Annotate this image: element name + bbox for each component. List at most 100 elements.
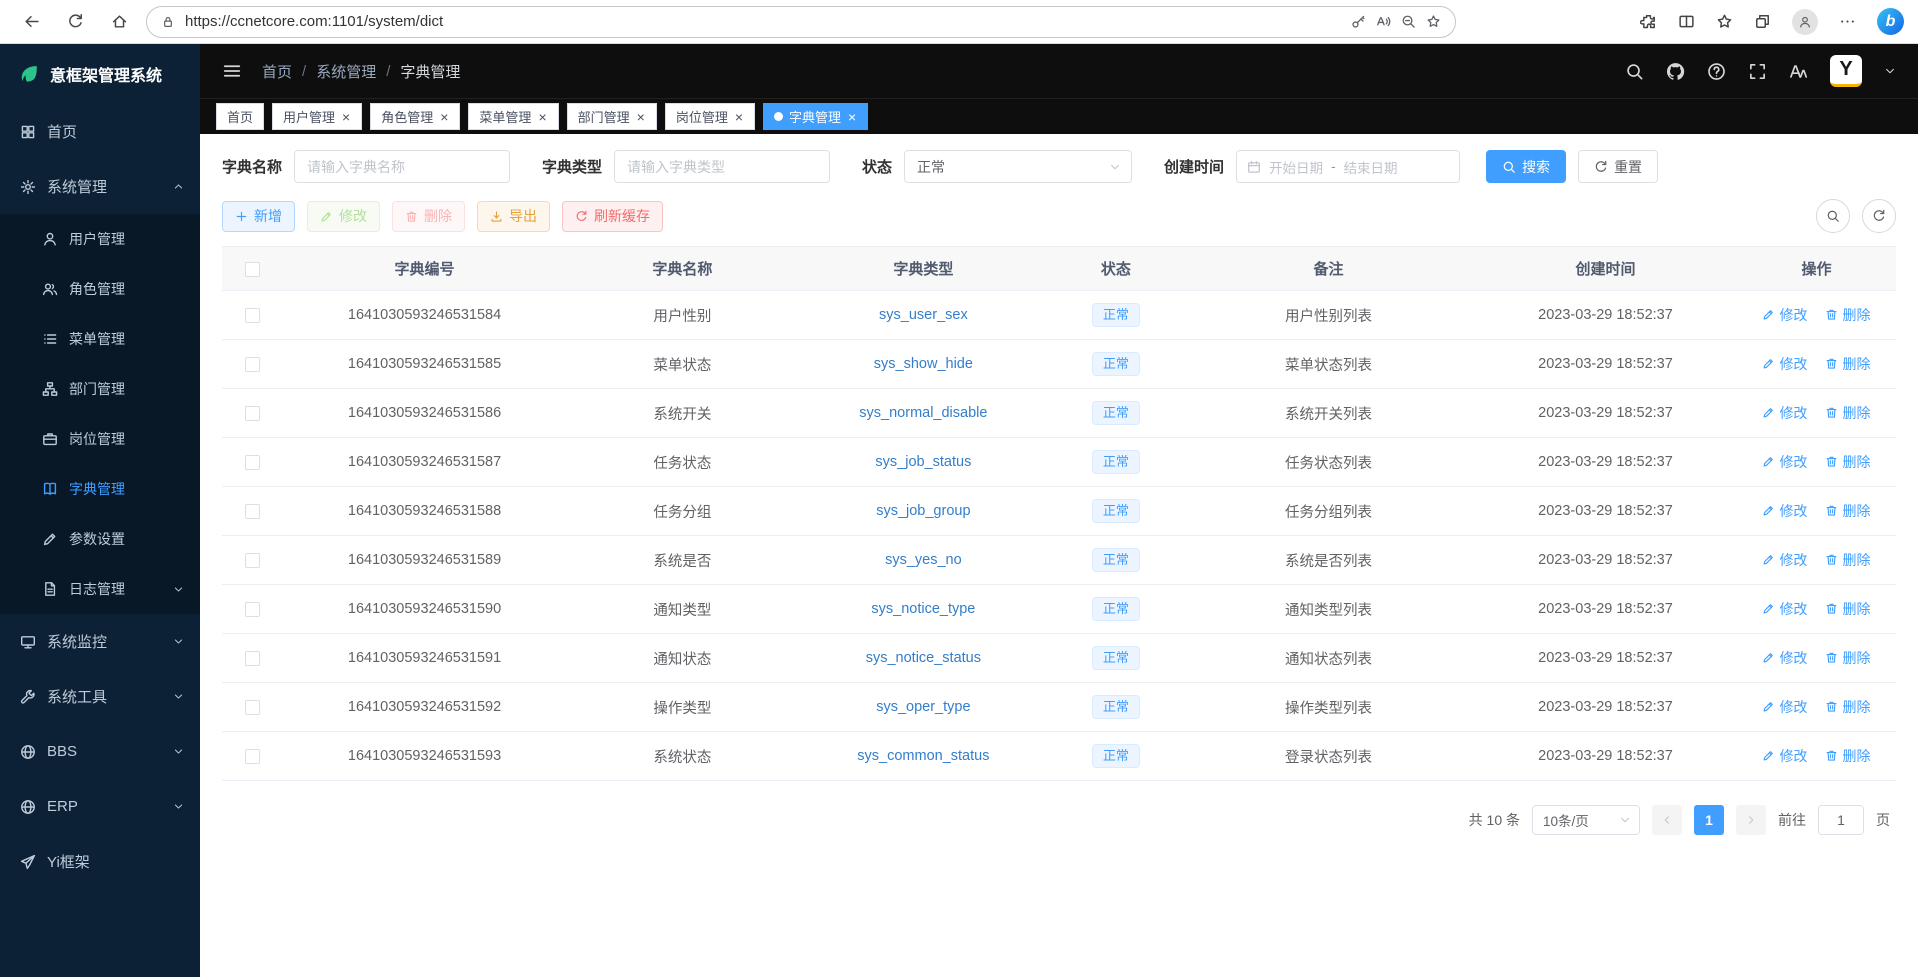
tab-菜单管理[interactable]: 菜单管理 × [468,103,558,130]
bing-icon[interactable]: b [1877,8,1904,35]
address-bar[interactable]: https://ccnetcore.com:1101/system/dict [146,6,1456,38]
add-favorite-star-icon[interactable] [1426,14,1441,29]
sidebar-subitem-字典管理[interactable]: 字典管理 [0,464,200,514]
browser-profile-avatar[interactable] [1792,9,1818,35]
row-checkbox[interactable] [245,357,260,372]
dict-type-link[interactable]: sys_show_hide [874,356,973,372]
tab-close-icon[interactable]: × [341,110,351,124]
row-checkbox[interactable] [245,651,260,666]
row-checkbox[interactable] [245,749,260,764]
password-key-icon[interactable] [1351,14,1366,29]
tab-岗位管理[interactable]: 岗位管理 × [665,103,755,130]
tab-close-icon[interactable]: × [537,110,547,124]
add-button[interactable]: 新增 [222,201,295,232]
row-delete-button[interactable]: 删除 [1825,305,1870,325]
tab-用户管理[interactable]: 用户管理 × [272,103,362,130]
sidebar-item-系统监控[interactable]: 系统监控 [0,614,200,669]
dict-type-link[interactable]: sys_yes_no [885,552,962,568]
row-checkbox[interactable] [245,602,260,617]
help-question-icon[interactable] [1707,62,1726,81]
toggle-search-button[interactable] [1816,199,1850,233]
dict-type-link[interactable]: sys_notice_type [871,601,975,617]
export-button[interactable]: 导出 [477,201,550,232]
reset-button[interactable]: 重置 [1578,150,1658,183]
browser-menu-dots-icon[interactable] [1839,13,1856,30]
dict-type-link[interactable]: sys_job_group [876,503,970,519]
row-checkbox[interactable] [245,700,260,715]
dict-type-link[interactable]: sys_notice_status [866,650,981,666]
refresh-table-button[interactable] [1862,199,1896,233]
breadcrumb-item[interactable]: 首页 [262,61,292,82]
row-delete-button[interactable]: 删除 [1825,403,1870,423]
date-range-picker[interactable]: 开始日期 - 结束日期 [1236,150,1460,183]
avatar-caret-icon[interactable] [1884,65,1896,77]
sidebar-subitem-岗位管理[interactable]: 岗位管理 [0,414,200,464]
tab-close-icon[interactable]: × [636,110,646,124]
breadcrumb-item[interactable]: 系统管理 [316,61,376,82]
sidebar-subitem-日志管理[interactable]: 日志管理 [0,564,200,614]
dict-type-link[interactable]: sys_job_status [875,454,971,470]
browser-back-button[interactable] [14,5,48,39]
header-search-icon[interactable] [1625,62,1644,81]
next-page-button[interactable] [1736,805,1766,835]
dict-type-input[interactable] [614,150,830,183]
row-delete-button[interactable]: 删除 [1825,550,1870,570]
select-all-checkbox[interactable] [245,262,260,277]
row-edit-button[interactable]: 修改 [1762,354,1807,374]
collections-icon[interactable] [1754,13,1771,30]
hamburger-icon[interactable] [222,61,242,81]
sidebar-subitem-参数设置[interactable]: 参数设置 [0,514,200,564]
row-checkbox[interactable] [245,553,260,568]
row-delete-button[interactable]: 删除 [1825,697,1870,717]
goto-page-input[interactable] [1818,805,1864,835]
row-checkbox[interactable] [245,308,260,323]
sidebar-item-Yi框架[interactable]: Yi框架 [0,834,200,889]
github-icon[interactable] [1666,62,1685,81]
sidebar-item-ERP[interactable]: ERP [0,779,200,834]
dict-type-link[interactable]: sys_user_sex [879,307,968,323]
row-checkbox[interactable] [245,504,260,519]
tab-close-icon[interactable]: × [439,110,449,124]
row-delete-button[interactable]: 删除 [1825,648,1870,668]
refresh-cache-button[interactable]: 刷新缓存 [562,201,663,232]
read-aloud-icon[interactable] [1376,14,1391,29]
sidebar-subitem-用户管理[interactable]: 用户管理 [0,214,200,264]
favorites-star-icon[interactable] [1716,13,1733,30]
row-delete-button[interactable]: 删除 [1825,354,1870,374]
row-edit-button[interactable]: 修改 [1762,452,1807,472]
user-avatar[interactable]: Y [1830,55,1862,87]
sidebar-subitem-角色管理[interactable]: 角色管理 [0,264,200,314]
page-size-select[interactable]: 10条/页 [1532,805,1640,835]
row-delete-button[interactable]: 删除 [1825,501,1870,521]
sidebar-item-BBS[interactable]: BBS [0,724,200,779]
dict-type-link[interactable]: sys_oper_type [876,699,970,715]
font-size-icon[interactable] [1789,62,1808,81]
browser-refresh-button[interactable] [58,5,92,39]
row-edit-button[interactable]: 修改 [1762,501,1807,521]
tab-close-icon[interactable]: × [734,110,744,124]
row-edit-button[interactable]: 修改 [1762,746,1807,766]
edit-button[interactable]: 修改 [307,201,380,232]
sidebar-item-系统工具[interactable]: 系统工具 [0,669,200,724]
dict-type-link[interactable]: sys_common_status [857,748,989,764]
row-edit-button[interactable]: 修改 [1762,550,1807,570]
row-delete-button[interactable]: 删除 [1825,746,1870,766]
delete-button[interactable]: 删除 [392,201,465,232]
split-screen-icon[interactable] [1678,13,1695,30]
tab-close-icon[interactable]: × [847,110,857,124]
row-edit-button[interactable]: 修改 [1762,599,1807,619]
sidebar-subitem-菜单管理[interactable]: 菜单管理 [0,314,200,364]
row-edit-button[interactable]: 修改 [1762,648,1807,668]
browser-home-button[interactable] [102,5,136,39]
row-edit-button[interactable]: 修改 [1762,697,1807,717]
status-select[interactable]: 正常 [904,150,1132,183]
tab-部门管理[interactable]: 部门管理 × [567,103,657,130]
prev-page-button[interactable] [1652,805,1682,835]
sidebar-item-首页[interactable]: 首页 [0,104,200,159]
row-checkbox[interactable] [245,406,260,421]
dict-type-link[interactable]: sys_normal_disable [859,405,987,421]
row-checkbox[interactable] [245,455,260,470]
row-delete-button[interactable]: 删除 [1825,599,1870,619]
row-delete-button[interactable]: 删除 [1825,452,1870,472]
app-logo[interactable]: 意框架管理系统 [0,44,200,104]
